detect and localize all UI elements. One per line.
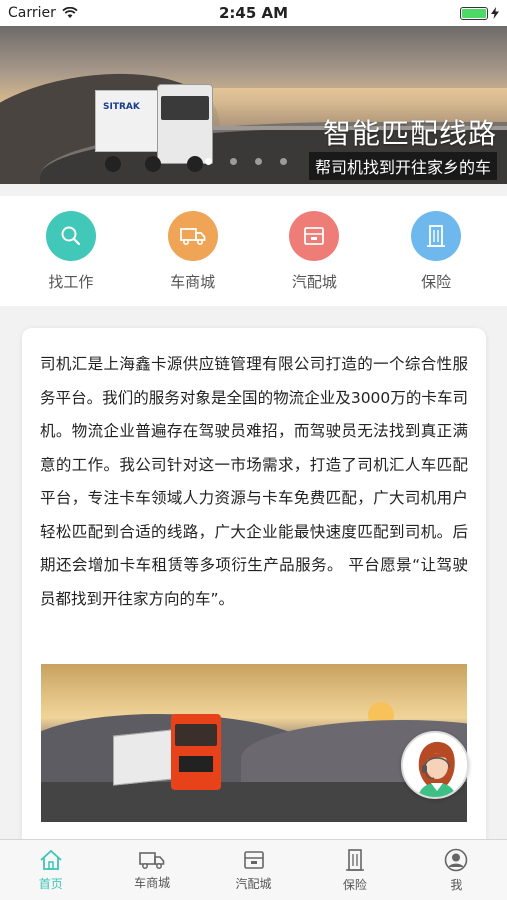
promo-banner[interactable]: SITRAK 智能匹配线路 帮司机找到开往家乡的车: [0, 26, 507, 184]
category-label: 汽配城: [291, 272, 337, 291]
tab-label: 我: [450, 877, 463, 892]
building-icon: [427, 224, 446, 247]
category-auto-parts[interactable]: 汽配城: [264, 210, 364, 292]
category-insurance[interactable]: 保险: [386, 210, 486, 292]
battery-indicator: [460, 6, 499, 20]
truck-sunset-image: [41, 664, 467, 822]
charging-bolt-icon: [491, 7, 499, 19]
truck-mall-circle: [167, 210, 218, 261]
intro-text: 司机汇是上海鑫卡源供应链管理有限公司打造的一个综合性服务平台。我们的服务对象是全…: [40, 355, 468, 608]
truck-logo-text: SITRAK: [103, 102, 140, 112]
wifi-icon: [62, 7, 78, 18]
auto-parts-circle: [289, 210, 340, 261]
find-job-circle: [45, 210, 96, 261]
category-shortcuts: 找工作 车商城 汽配城 保险: [0, 196, 507, 306]
insurance-circle: [411, 210, 462, 261]
home-icon: [40, 849, 62, 870]
truck-icon: [179, 227, 206, 245]
carousel-dots[interactable]: [205, 158, 287, 165]
parts-box-icon: [304, 226, 325, 245]
tab-label: 保险: [342, 877, 367, 892]
tab-auto-parts[interactable]: 汽配城: [203, 840, 304, 900]
tab-profile[interactable]: 我: [406, 840, 507, 900]
truck-image: SITRAK: [95, 84, 215, 184]
status-bar: Carrier 2:45 AM: [0, 0, 507, 26]
customer-service-avatar-button[interactable]: [401, 731, 469, 799]
battery-icon: [460, 6, 488, 20]
carousel-dot[interactable]: [230, 158, 237, 165]
banner-title: 智能匹配线路: [322, 117, 497, 150]
tab-home[interactable]: 首页: [0, 840, 101, 900]
banner-subtitle: 帮司机找到开往家乡的车: [308, 152, 497, 180]
carousel-dot[interactable]: [280, 158, 287, 165]
tab-insurance[interactable]: 保险: [304, 840, 405, 900]
status-left: Carrier: [8, 5, 78, 21]
profile-icon: [445, 848, 468, 871]
category-label: 保险: [421, 272, 452, 291]
tab-label: 汽配城: [235, 876, 272, 891]
carousel-dot[interactable]: [255, 158, 262, 165]
truck-icon: [139, 851, 165, 869]
tab-label: 首页: [38, 876, 63, 891]
parts-box-icon: [243, 850, 264, 869]
category-find-job[interactable]: 找工作: [21, 210, 121, 292]
category-label: 车商城: [170, 272, 216, 291]
category-label: 找工作: [48, 272, 94, 291]
category-truck-mall[interactable]: 车商城: [143, 210, 243, 292]
building-icon: [345, 848, 364, 871]
bottom-tab-bar: 首页 车商城 汽配城 保险 我: [0, 839, 507, 900]
tab-label: 车商城: [134, 875, 171, 890]
red-truck-image: [113, 714, 223, 804]
carousel-dot[interactable]: [205, 158, 212, 165]
tab-truck-mall[interactable]: 车商城: [101, 840, 202, 900]
search-icon: [61, 226, 80, 245]
carrier-label: Carrier: [8, 5, 56, 21]
